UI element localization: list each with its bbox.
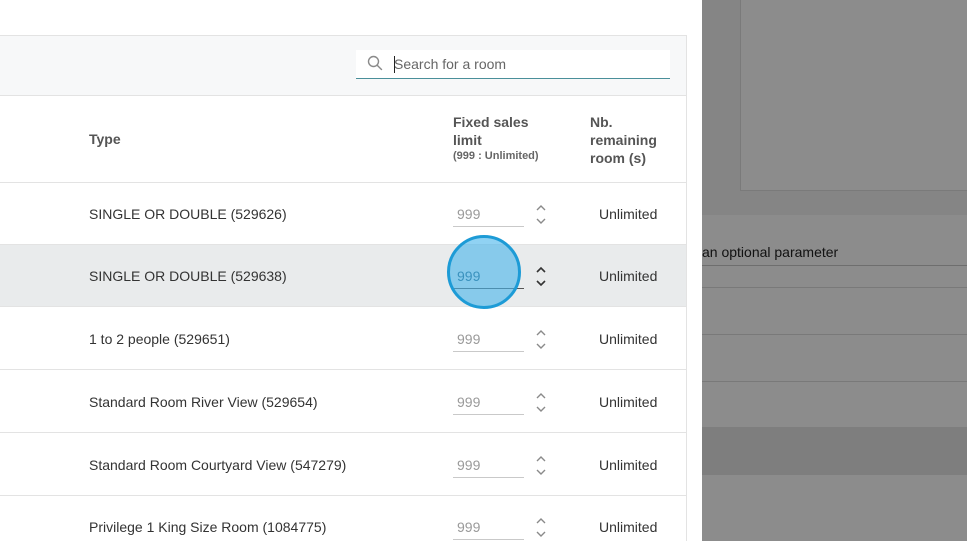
- text-caret: [394, 56, 395, 73]
- table-row: Privilege 1 King Size Room (1084775) Unl…: [0, 496, 686, 541]
- chevron-up-icon[interactable]: [534, 264, 548, 276]
- room-type: Privilege 1 King Size Room (1084775): [89, 519, 327, 535]
- remaining-rooms: Unlimited: [599, 394, 658, 410]
- table-row: Standard Room Courtyard View (547279) Un…: [0, 434, 686, 496]
- table-row: 1 to 2 people (529651) Unlimited: [0, 308, 686, 370]
- remaining-rooms: Unlimited: [599, 206, 658, 222]
- chevron-up-icon[interactable]: [534, 515, 548, 527]
- fixed-sales-limit-input[interactable]: [453, 452, 524, 478]
- fixed-sales-limit-input[interactable]: [453, 263, 524, 289]
- chevron-down-icon[interactable]: [534, 340, 548, 352]
- fixed-sales-limit-input[interactable]: [453, 514, 524, 540]
- chevron-up-icon[interactable]: [534, 202, 548, 214]
- chevron-down-icon[interactable]: [534, 403, 548, 415]
- table-row: SINGLE OR DOUBLE (529626) Unlimited: [0, 183, 686, 245]
- rooms-table-card: Type Fixed sales limit (999 : Unlimited)…: [0, 35, 687, 541]
- search-input[interactable]: [394, 54, 664, 74]
- room-limits-drawer: Type Fixed sales limit (999 : Unlimited)…: [0, 0, 702, 541]
- room-type: SINGLE OR DOUBLE (529638): [89, 268, 287, 284]
- remaining-rooms: Unlimited: [599, 331, 658, 347]
- room-type: Standard Room River View (529654): [89, 394, 318, 410]
- fixed-sales-limit-input[interactable]: [453, 201, 524, 227]
- table-row-active: SINGLE OR DOUBLE (529638) Unlimited: [0, 245, 686, 307]
- table-row: Standard Room River View (529654) Unlimi…: [0, 371, 686, 433]
- remaining-rooms: Unlimited: [599, 268, 658, 284]
- room-type: 1 to 2 people (529651): [89, 331, 230, 347]
- quantity-stepper[interactable]: [534, 390, 548, 416]
- chevron-down-icon[interactable]: [534, 215, 548, 227]
- quantity-stepper[interactable]: [534, 264, 548, 290]
- fixed-sales-limit-input[interactable]: [453, 326, 524, 352]
- search-bar: [0, 36, 686, 96]
- chevron-down-icon[interactable]: [534, 277, 548, 289]
- chevron-up-icon[interactable]: [534, 453, 548, 465]
- chevron-down-icon[interactable]: [534, 528, 548, 540]
- column-header-fixed-sales-limit: Fixed sales limit: [453, 114, 529, 148]
- table-header: Type Fixed sales limit (999 : Unlimited)…: [0, 96, 686, 183]
- quantity-stepper[interactable]: [534, 515, 548, 541]
- quantity-stepper[interactable]: [534, 453, 548, 479]
- search-box[interactable]: [356, 50, 670, 79]
- quantity-stepper[interactable]: [534, 327, 548, 353]
- chevron-up-icon[interactable]: [534, 327, 548, 339]
- remaining-rooms: Unlimited: [599, 457, 658, 473]
- column-header-remaining: Nb. remaining room (s): [590, 114, 657, 166]
- column-header-fixed-sales-limit-hint: (999 : Unlimited): [453, 150, 539, 162]
- remaining-rooms: Unlimited: [599, 519, 658, 535]
- quantity-stepper[interactable]: [534, 202, 548, 228]
- chevron-down-icon[interactable]: [534, 466, 548, 478]
- room-type: Standard Room Courtyard View (547279): [89, 457, 347, 473]
- search-icon: [367, 55, 383, 71]
- column-header-type: Type: [89, 131, 121, 147]
- chevron-up-icon[interactable]: [534, 390, 548, 402]
- room-type: SINGLE OR DOUBLE (529626): [89, 206, 287, 222]
- fixed-sales-limit-input[interactable]: [453, 389, 524, 415]
